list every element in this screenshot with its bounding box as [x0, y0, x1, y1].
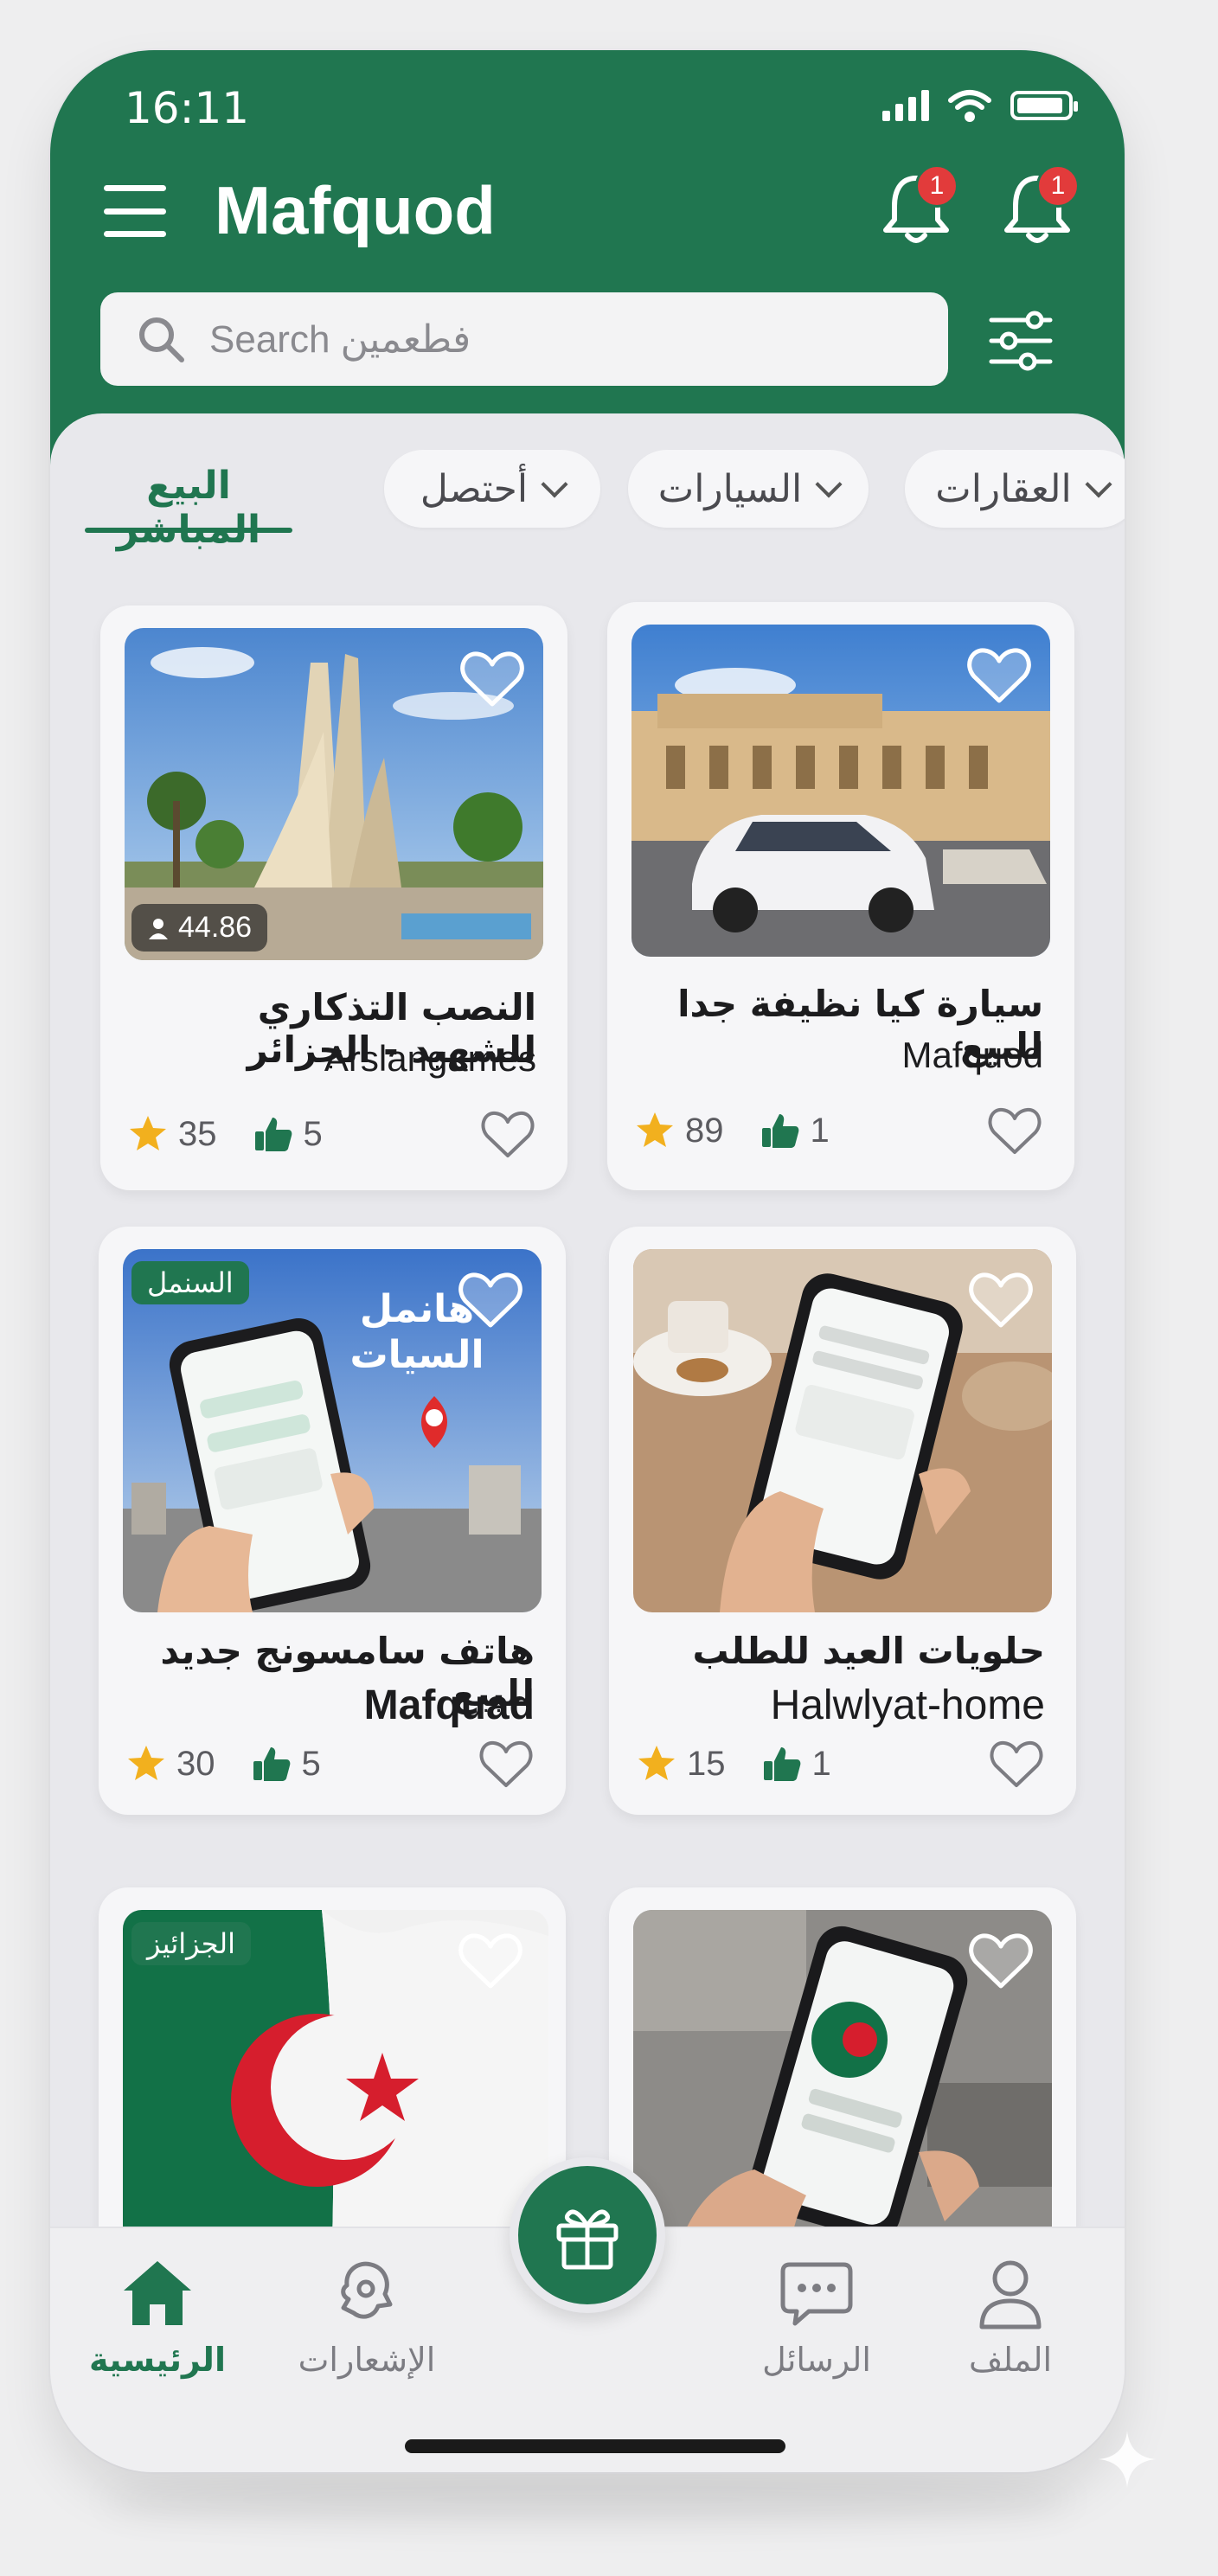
chat-icon	[780, 2262, 853, 2326]
chevron-down-icon	[541, 471, 568, 498]
likes-value: 5	[301, 1744, 321, 1783]
heart-outline-icon[interactable]	[478, 1739, 535, 1791]
notifications-icon	[341, 2261, 393, 2319]
nav-notifications-label: الإشعارات	[298, 2341, 436, 2379]
chip-label: العقارات	[935, 466, 1072, 511]
thumbs-up-icon	[763, 1747, 800, 1781]
person-icon	[149, 918, 168, 939]
nav-profile-label: الملف	[968, 2341, 1053, 2379]
menu-button[interactable]	[104, 185, 166, 237]
chevron-down-icon	[815, 471, 843, 498]
star-icon	[128, 1746, 164, 1780]
listing-seller: Halwlyat-home	[770, 1682, 1045, 1728]
category-tabs: البيع المباشر أحتصل السيارات العقارات	[85, 439, 1125, 552]
listing-card[interactable]: السنمل هانمل السيات هاتف سامسونج جديد لل…	[99, 1227, 566, 1815]
gift-icon	[556, 2209, 619, 2270]
chip-cars[interactable]: السيارات	[628, 450, 869, 528]
heart-outline-icon[interactable]	[988, 1739, 1045, 1791]
listing-meta: 89 1	[635, 1111, 830, 1150]
star-icon	[130, 1116, 166, 1150]
nav-home[interactable]: الرئيسية	[71, 2254, 244, 2379]
category-tag: الجزائيز	[131, 1922, 252, 1965]
tab-direct-sale[interactable]: البيع المباشر	[85, 457, 292, 552]
listing-meta: 30 5	[126, 1744, 321, 1784]
views-badge: 44.86	[131, 904, 268, 952]
alerts-bell-button[interactable]: 1	[1000, 164, 1080, 247]
home-indicator[interactable]	[405, 2439, 785, 2453]
heart-icon[interactable]	[457, 1270, 524, 1330]
status-icons	[882, 88, 1078, 123]
chevron-down-icon	[1085, 471, 1112, 498]
gift-fab-button[interactable]	[510, 2157, 665, 2313]
rating-value: 35	[178, 1114, 217, 1153]
likes-value: 1	[811, 1744, 831, 1783]
notifications-bell-button[interactable]: 1	[879, 164, 958, 247]
thumbs-up-icon	[254, 1118, 292, 1151]
listing-seller: Mafquad	[363, 1682, 535, 1728]
listing-title: حلويات العيد للطلب	[692, 1630, 1045, 1672]
status-time: 16:11	[125, 83, 250, 133]
nav-messages-label: الرسائل	[762, 2341, 871, 2379]
thumbs-up-icon	[761, 1114, 798, 1148]
search-input[interactable]: Search فطعمين	[100, 292, 948, 386]
heart-icon[interactable]	[458, 649, 526, 709]
wifi-icon	[948, 90, 991, 122]
star-icon	[638, 1746, 675, 1780]
listing-meta: 15 1	[637, 1744, 831, 1784]
listing-card[interactable]: سيارة كيا نظيفة جدا للبيع Mafquod 89 1	[607, 602, 1074, 1190]
tab-direct-sale-label: البيع المباشر	[116, 464, 261, 552]
filter-sliders-icon	[989, 311, 1053, 371]
notification-badge: 1	[1036, 164, 1080, 208]
chip-category[interactable]: أحتصل	[384, 450, 600, 528]
heart-outline-icon[interactable]	[479, 1109, 536, 1161]
listing-meta: 35 5	[128, 1114, 323, 1154]
listing-card[interactable]: 44.86 النصب التذكاري للشهيد - الجزائر Ar…	[100, 606, 567, 1190]
heart-icon[interactable]	[967, 1270, 1035, 1330]
filter-button[interactable]	[984, 304, 1057, 377]
thumbs-up-icon	[253, 1747, 290, 1781]
rating-value: 30	[176, 1744, 215, 1783]
listing-seller: Mafquod	[901, 1035, 1043, 1075]
heart-icon[interactable]	[967, 1931, 1035, 1991]
star-icon	[637, 1112, 673, 1147]
rating-value: 15	[687, 1744, 726, 1783]
tab-active-underline	[85, 528, 292, 533]
heart-icon[interactable]	[457, 1931, 524, 1991]
chip-label: السيارات	[657, 466, 803, 511]
app-title: Mafquod	[215, 172, 496, 248]
notification-badge: 1	[915, 164, 958, 208]
likes-value: 1	[810, 1111, 830, 1150]
chip-real-estate[interactable]: العقارات	[905, 450, 1125, 528]
nav-notifications[interactable]: الإشعارات	[280, 2254, 453, 2379]
phone-shadow	[104, 2474, 1073, 2526]
user-icon	[979, 2260, 1042, 2329]
phone-frame: 16:11 Mafquod 1 1 Search فطعمين البيع ال…	[50, 50, 1125, 2472]
nav-home-label: الرئيسية	[89, 2341, 226, 2379]
home-icon	[124, 2261, 191, 2325]
nav-messages[interactable]: الرسائل	[730, 2254, 903, 2379]
content-area: البيع المباشر أحتصل السيارات العقارات 44…	[50, 413, 1125, 2320]
search-icon	[139, 317, 184, 362]
nav-profile[interactable]: الملف	[924, 2254, 1097, 2379]
search-placeholder: Search فطعمين	[209, 317, 471, 361]
category-tag: السنمل	[131, 1261, 249, 1304]
rating-value: 89	[685, 1111, 724, 1150]
listing-seller: Arslangames	[324, 1038, 536, 1079]
listing-card[interactable]: حلويات العيد للطلب Halwlyat-home 15 1	[609, 1227, 1076, 1815]
chip-label: أحتصل	[420, 466, 529, 511]
heart-icon[interactable]	[965, 645, 1033, 706]
views-count: 44.86	[178, 911, 253, 944]
sparkle-icon	[1099, 2431, 1156, 2488]
heart-outline-icon[interactable]	[986, 1105, 1043, 1157]
battery-icon	[1010, 91, 1078, 120]
likes-value: 5	[303, 1114, 323, 1153]
signal-icon	[882, 90, 929, 121]
